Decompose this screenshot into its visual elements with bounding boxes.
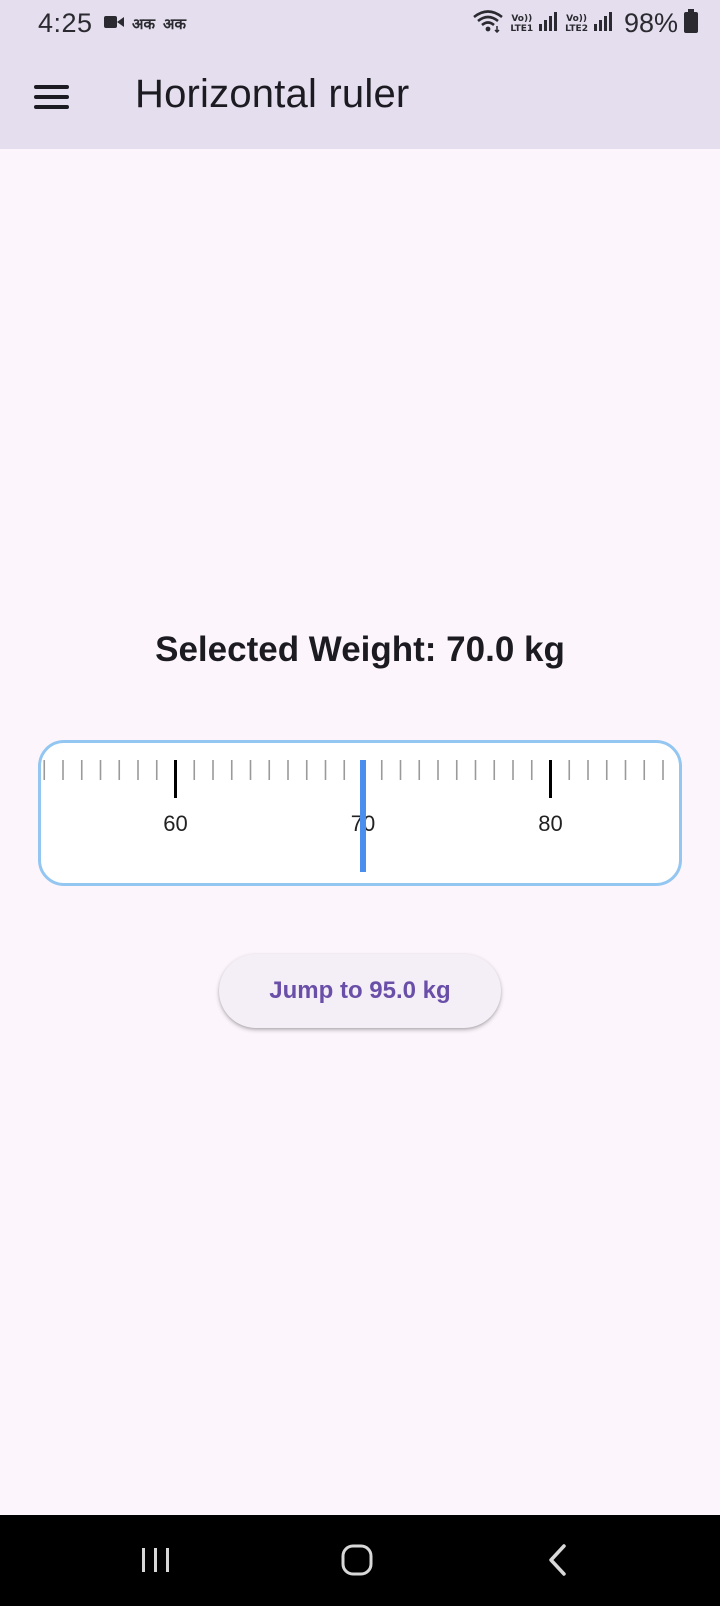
ruler-label: 60	[163, 811, 187, 836]
selection-indicator[interactable]	[360, 760, 366, 872]
signal-icon-2	[593, 10, 614, 37]
lte1-indicator: Vo)) LTE1	[510, 14, 533, 34]
battery-percentage: 98%	[623, 8, 678, 38]
back-icon[interactable]	[528, 1535, 588, 1585]
recents-icon[interactable]	[126, 1535, 186, 1585]
system-nav-bar	[0, 1515, 720, 1606]
ruler-scale[interactable]: 607080	[41, 743, 682, 886]
news-app-icon-2: अक	[162, 15, 186, 33]
lte1-bottom: LTE1	[510, 23, 534, 34]
lte2-top: Vo))	[566, 13, 587, 24]
jump-button[interactable]: Jump to 95.0 kg	[219, 954, 501, 1028]
lte1-top: Vo))	[511, 13, 533, 24]
lte2-indicator: Vo)) LTE2	[565, 14, 588, 34]
ruler-label: 80	[538, 811, 562, 836]
signal-icon	[539, 10, 559, 37]
status-time: 4:25	[38, 8, 93, 38]
horizontal-ruler[interactable]: 607080	[38, 740, 682, 886]
lte2-bottom: LTE2	[565, 23, 588, 34]
home-icon[interactable]	[327, 1535, 387, 1585]
page-title: Horizontal ruler	[135, 72, 410, 116]
wifi-icon	[472, 9, 504, 38]
status-system-icons: Vo)) LTE1 Vo)) LTE2 98%	[472, 8, 698, 39]
selected-weight-label: Selected Weight: 70.0 kg	[155, 630, 565, 669]
app-bar: Horizontal ruler	[0, 50, 720, 149]
menu-icon[interactable]	[34, 82, 70, 112]
status-notification-icons: अक अक	[104, 14, 186, 34]
status-bar: 4:25 अक अक Vo)) LTE1 Vo)) LTE2 98%	[0, 0, 720, 50]
battery-icon	[684, 9, 698, 38]
video-camera-icon	[104, 15, 124, 34]
news-app-icon: अक	[132, 15, 155, 33]
screen: 4:25 अक अक Vo)) LTE1 Vo)) LTE2 98% Horiz…	[0, 0, 720, 1606]
